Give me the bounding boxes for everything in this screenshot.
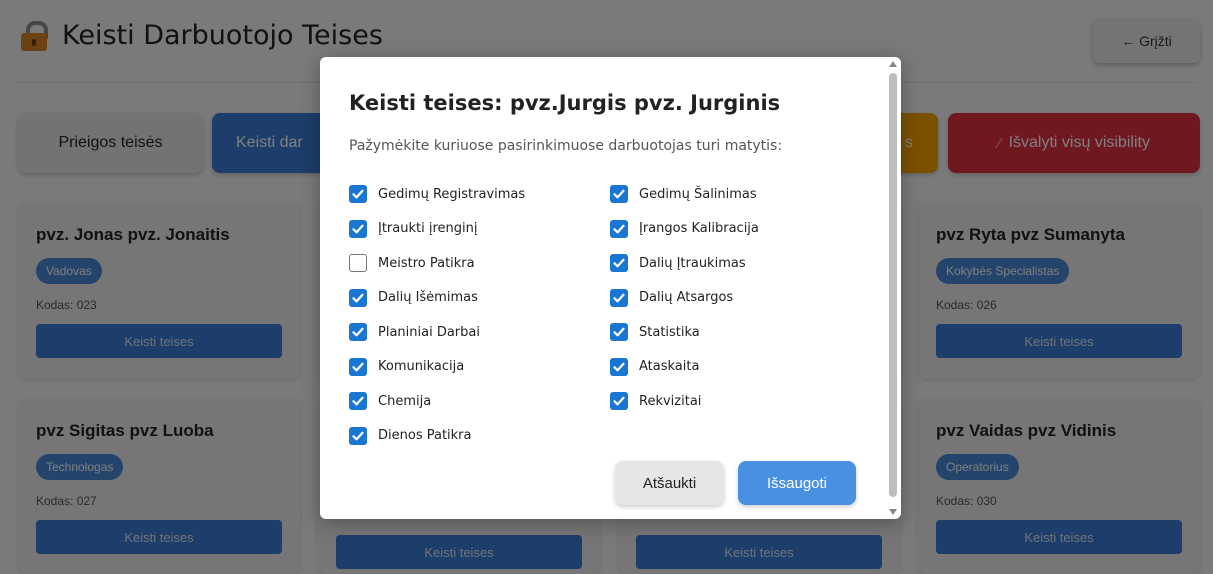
permission-option[interactable]: Dienos Patikra [349,419,525,454]
scroll-up-arrow-icon[interactable] [889,61,897,67]
permission-label: Komunikacija [378,359,465,375]
permission-option[interactable]: Dalių Atsargos [610,281,759,316]
check-icon [352,396,364,406]
permission-checkbox[interactable] [610,357,628,376]
permission-checkbox[interactable] [610,219,628,238]
permission-option[interactable]: Gedimų Registravimas [349,177,525,212]
check-icon [352,189,364,199]
permission-option[interactable]: Komunikacija [349,350,525,385]
permission-label: Ataskaita [639,359,700,375]
check-icon [613,224,625,234]
check-icon [613,293,625,303]
permission-checkbox[interactable] [349,219,367,238]
scroll-down-arrow-icon[interactable] [889,509,897,515]
permission-label: Dienos Patikra [378,428,472,444]
check-icon [352,293,364,303]
check-icon [352,224,364,234]
permission-option[interactable]: Planiniai Darbai [349,315,525,350]
permission-option[interactable]: Dalių Išėmimas [349,281,525,316]
permission-label: Įrangos Kalibracija [639,221,759,237]
check-icon [352,327,364,337]
modal-subtitle: Pažymėkite kuriuose pasirinkimuose darbu… [349,138,783,154]
permission-checkbox[interactable] [610,254,628,273]
permission-label: Dalių Įtraukimas [639,255,746,271]
permission-label: Statistika [639,324,700,340]
permission-option[interactable]: Gedimų Šalinimas [610,177,759,212]
permission-label: Gedimų Registravimas [378,186,526,202]
permission-checkbox[interactable] [610,288,628,307]
cancel-button[interactable]: Atšaukti [615,461,724,505]
permission-option[interactable]: Dalių Įtraukimas [610,246,759,281]
permission-label: Rekvizitai [639,393,702,409]
permission-option[interactable]: Ataskaita [610,350,759,385]
permission-label: Įtraukti įrenginį [378,221,478,237]
permission-checkbox[interactable] [610,323,628,342]
check-icon [352,362,364,372]
permission-checkbox[interactable] [349,426,367,445]
check-icon [613,327,625,337]
permission-checkbox[interactable] [349,323,367,342]
permission-label: Chemija [378,393,432,409]
permission-option[interactable]: Statistika [610,315,759,350]
permission-label: Dalių Atsargos [639,290,734,306]
permission-label: Planiniai Darbai [378,324,480,340]
permission-checkbox[interactable] [349,357,367,376]
permission-checkbox[interactable] [349,185,367,204]
permission-option[interactable]: Įrangos Kalibracija [610,212,759,247]
save-button[interactable]: Išsaugoti [738,461,856,505]
permission-option[interactable]: Rekvizitai [610,384,759,419]
permission-checkbox[interactable] [610,185,628,204]
check-icon [613,396,625,406]
permission-checkbox[interactable] [610,392,628,411]
permission-checkbox[interactable] [349,254,367,273]
permission-option[interactable]: Meistro Patikra [349,246,525,281]
permission-option[interactable]: Įtraukti įrenginį [349,212,525,247]
scroll-thumb[interactable] [889,73,897,497]
permission-label: Dalių Išėmimas [378,290,478,306]
permission-option[interactable]: Chemija [349,384,525,419]
check-icon [613,258,625,268]
permission-checkbox[interactable] [349,392,367,411]
permission-checkbox[interactable] [349,288,367,307]
check-icon [352,431,364,441]
permission-label: Gedimų Šalinimas [639,186,757,202]
check-icon [613,189,625,199]
permission-label: Meistro Patikra [378,255,475,271]
checkbox-column-right: Gedimų Šalinimas Įrangos Kalibracija Dalių… [610,177,759,419]
edit-rights-modal: Keisti teises: pvz.Jurgis pvz. Jurginis … [320,57,901,519]
modal-scrollbar[interactable] [888,61,898,515]
checkbox-column-left: Gedimų Registravimas Įtraukti įrenginį Mei… [349,177,525,453]
modal-title: Keisti teises: pvz.Jurgis pvz. Jurginis [349,91,781,115]
check-icon [613,362,625,372]
